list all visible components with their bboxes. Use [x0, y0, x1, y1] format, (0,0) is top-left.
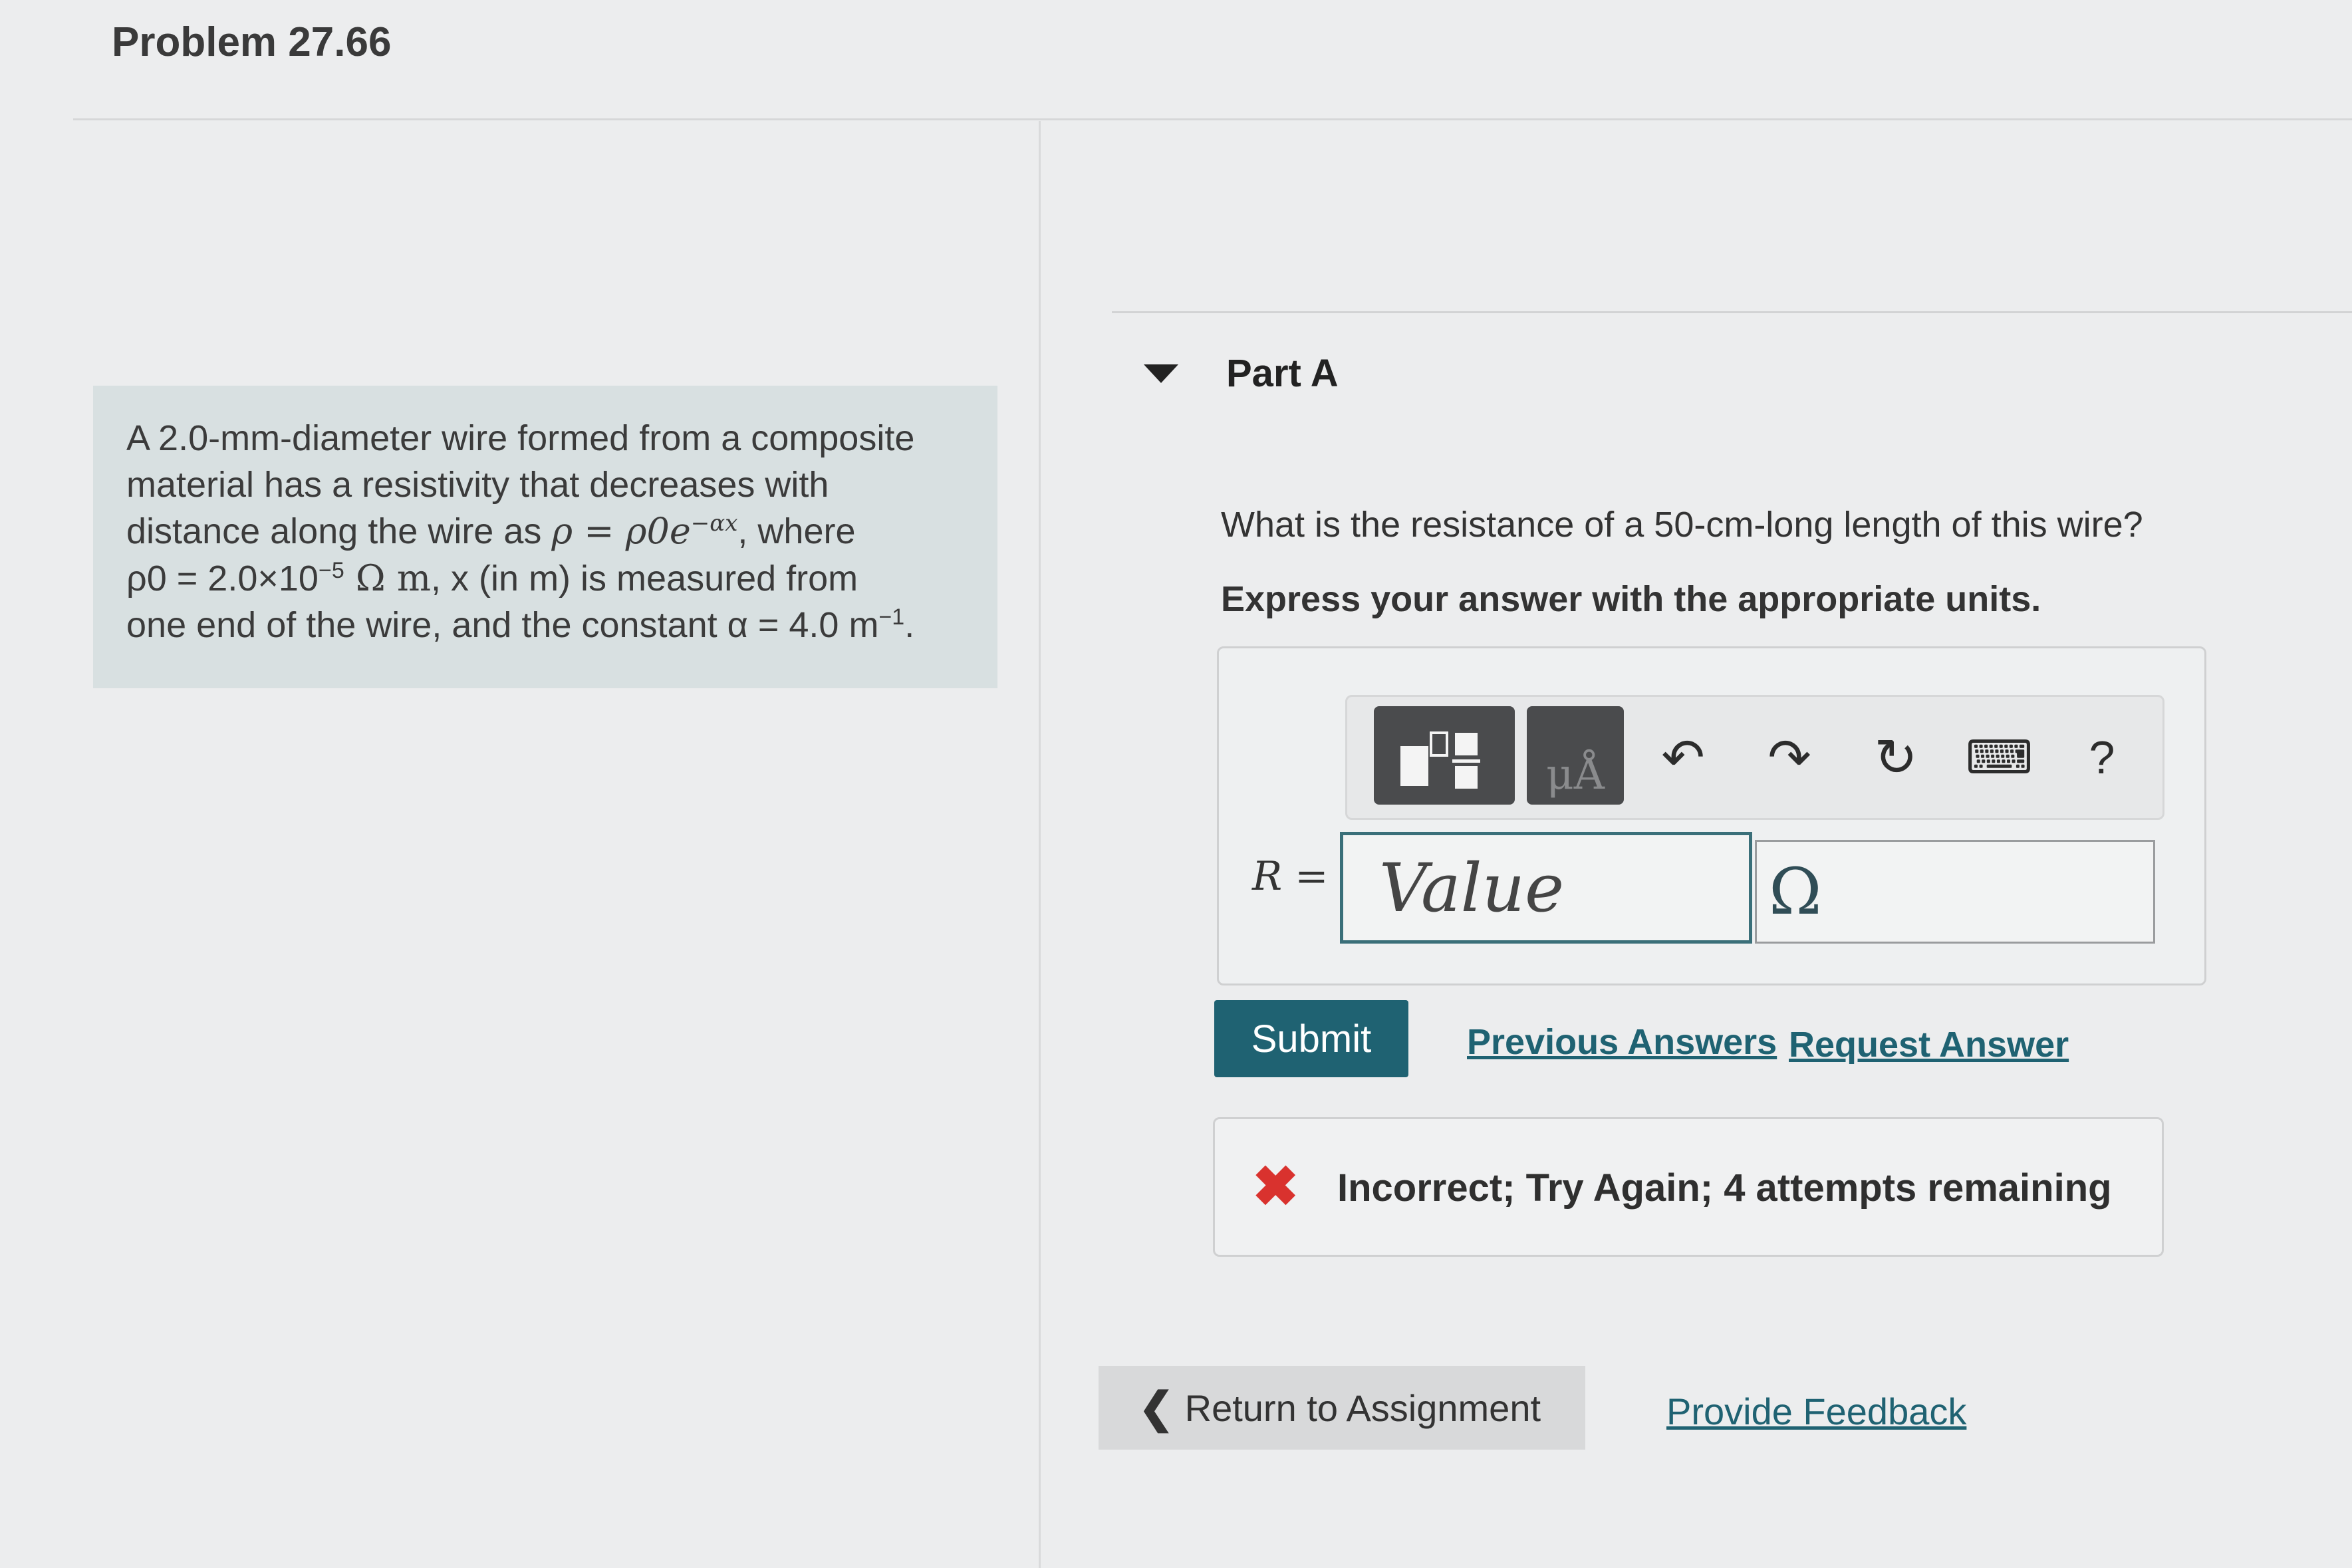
column-divider [1039, 121, 1041, 1568]
feedback-message: Incorrect; Try Again; 4 attempts remaini… [1337, 1166, 2112, 1210]
provide-feedback-link[interactable]: Provide Feedback [1666, 1390, 1966, 1433]
problem-title: Problem 27.66 [112, 19, 392, 65]
submit-button[interactable]: Submit [1214, 1000, 1408, 1077]
reset-icon[interactable]: ↻ [1866, 727, 1926, 787]
part-a-header[interactable]: Part A [1144, 351, 1339, 396]
keyboard-icon[interactable]: ⌨ [1966, 727, 2033, 787]
return-to-assignment-button[interactable]: ❮ Return to Assignment [1099, 1366, 1585, 1450]
feedback-box: ✖ Incorrect; Try Again; 4 attempts remai… [1213, 1117, 2164, 1257]
fraction-template-icon [1400, 731, 1480, 789]
problem-line: material has a resistivity that decrease… [126, 465, 829, 505]
previous-answers-link[interactable]: Previous Answers [1467, 1021, 1777, 1063]
question-text: What is the resistance of a 50-cm-long l… [1221, 505, 2143, 545]
template-button[interactable] [1374, 706, 1515, 805]
problem-line: A 2.0-mm-diameter wire formed from a com… [126, 418, 915, 458]
problem-statement: A 2.0-mm-diameter wire formed from a com… [93, 386, 997, 688]
problem-line: distance along the wire as ρ = ρ0e−αx, w… [126, 510, 856, 553]
rho0-value: ρ0 = 2.0×10 [126, 558, 319, 598]
variable-label: R = [1252, 853, 1329, 900]
title-divider [73, 118, 2352, 120]
help-icon[interactable]: ? [2072, 727, 2132, 787]
value-input[interactable] [1340, 832, 1752, 944]
resistivity-formula: ρ = ρ0e [551, 510, 691, 553]
answer-instructions: Express your answer with the appropriate… [1221, 579, 2041, 619]
undo-icon[interactable]: ↶ [1653, 727, 1713, 787]
answer-panel: μÅ ↶ ↷ ↻ ⌨ ? R = Ω [1217, 646, 2206, 985]
request-answer-link[interactable]: Request Answer [1789, 1024, 2069, 1065]
units-button[interactable]: μÅ [1527, 706, 1624, 805]
return-label: Return to Assignment [1184, 1386, 1541, 1429]
math-toolbar: μÅ ↶ ↷ ↻ ⌨ ? [1345, 695, 2164, 820]
caret-down-icon[interactable] [1144, 364, 1178, 383]
units-input[interactable]: Ω [1755, 840, 2155, 944]
alpha-value: α = 4.0 m [727, 604, 879, 645]
problem-line: one end of the wire, and the constant α … [126, 604, 915, 645]
redo-icon[interactable]: ↷ [1760, 727, 1819, 787]
part-divider [1112, 311, 2352, 313]
chevron-left-icon: ❮ [1138, 1383, 1174, 1432]
error-x-icon: ✖ [1252, 1155, 1299, 1218]
problem-line: ρ0 = 2.0×10−5 Ω m, x (in m) is measured … [126, 557, 858, 599]
part-title: Part A [1226, 352, 1339, 395]
